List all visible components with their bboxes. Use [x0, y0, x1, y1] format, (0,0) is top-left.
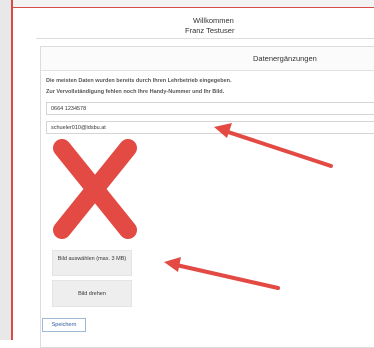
rotate-image-button[interactable]: Bild drehen — [52, 280, 132, 307]
info-text-2: Zur Vervollständigung fehlen noch Ihre H… — [46, 89, 225, 95]
select-image-button[interactable]: Bild auswählen (max. 3 MB) — [52, 250, 132, 276]
header-divider — [36, 38, 374, 39]
page-header: Willkommen Franz Testuser — [13, 8, 374, 40]
card-title: Datenergänzungen — [41, 47, 374, 71]
save-button[interactable]: Speichern — [42, 318, 86, 332]
user-name: Franz Testuser — [185, 26, 235, 35]
welcome-text: Willkommen — [193, 16, 234, 25]
red-x-icon — [53, 139, 137, 239]
email-field[interactable] — [46, 121, 374, 134]
window-frame-left — [0, 0, 13, 340]
window-frame-top — [13, 0, 374, 8]
info-text-1: Die meisten Daten wurden bereits durch I… — [46, 78, 232, 84]
phone-field[interactable] — [46, 102, 374, 115]
